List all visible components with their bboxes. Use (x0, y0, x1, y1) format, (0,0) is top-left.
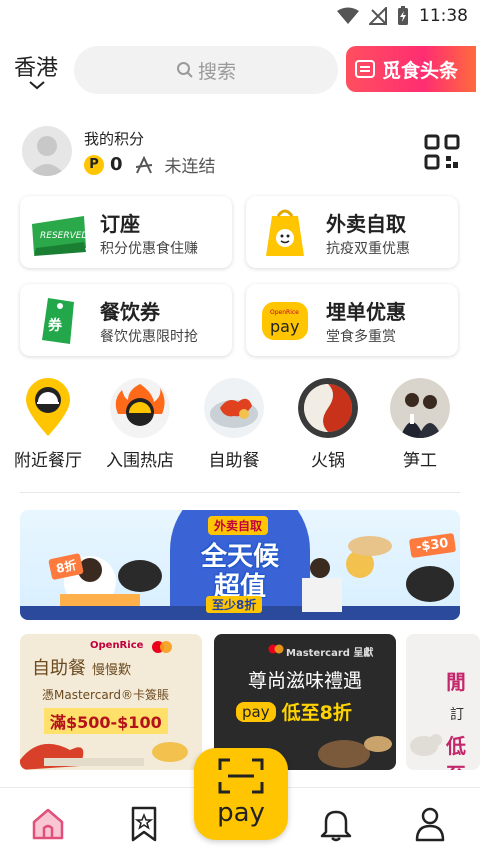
svg-text:券: 券 (48, 317, 63, 334)
nav-bookmark[interactable] (124, 804, 164, 844)
status-icons: 11:38 (337, 6, 468, 26)
promo-discount: 低至8折 (281, 702, 352, 724)
points-section: 我的积分 P 0 未连结 (0, 116, 480, 186)
promo-title-main: 自助餐 (32, 658, 86, 679)
promo-title-tail: 慢慢歎 (92, 663, 132, 678)
search-icon (176, 62, 193, 78)
card-title: 外卖自取 (326, 212, 406, 236)
feature-card-booking[interactable]: RESERVED 订座 积分优惠食住赚 (20, 196, 232, 268)
promo-card-buffet[interactable]: OpenRice 自助餐 慢慢歎 憑Mastercard®卡簽賬 滿$500-$1… (20, 634, 202, 770)
city-selector[interactable]: 香港 (14, 50, 58, 82)
promo-card-partial[interactable]: 閒 訂 低至 (406, 634, 480, 770)
qr-code-icon[interactable] (424, 134, 460, 170)
card-title: 餐饮券 (100, 300, 160, 324)
card-subtitle: 餐饮优惠限时抢 (100, 329, 198, 345)
hotpot-icon (298, 378, 358, 438)
battery-icon (398, 6, 408, 25)
feature-card-bill[interactable]: pay OpenRice 埋单优惠 堂食多重赏 (246, 284, 458, 356)
category-label: 附近餐厅 (14, 451, 82, 471)
bookmark-icon (131, 806, 157, 842)
card-subtitle: 堂食多重赏 (326, 329, 396, 345)
status-time: 11:38 (419, 6, 468, 26)
lobster-illustration (20, 742, 188, 770)
promo-title: 閒 (446, 670, 466, 694)
headline-label: 觅食头条 (382, 59, 459, 82)
card-subtitle: 积分优惠食住赚 (100, 241, 198, 257)
mastercard-presents: Mastercard 呈獻 (286, 648, 374, 659)
promo-pay-row: pay 低至8折 (236, 698, 352, 725)
mastercard-logo (152, 641, 172, 653)
search-placeholder: 搜索 (197, 60, 236, 83)
category-label: 自助餐 (208, 451, 260, 471)
takeaway-bag-icon (266, 209, 304, 256)
svg-text:pay: pay (270, 317, 299, 336)
profile-icon (415, 807, 445, 842)
home-icon (32, 808, 64, 840)
feature-card-voucher[interactable]: 券 餐饮券 餐饮优惠限时抢 (20, 284, 232, 356)
avatar[interactable] (22, 126, 72, 176)
promo-title: 自助餐 慢慢歎 (32, 654, 131, 680)
category-staff[interactable]: 笋工 (372, 378, 468, 478)
card-title: 埋单优惠 (326, 300, 406, 324)
svg-text:OpenRice: OpenRice (270, 309, 299, 316)
nav-notifications[interactable] (316, 804, 356, 844)
card-subtitle: 抗疫双重优惠 (326, 241, 410, 257)
banner-title-line3: 至少8折 (206, 596, 263, 613)
category-hotpot[interactable]: 火锅 (280, 378, 376, 478)
nav-home[interactable] (28, 804, 68, 844)
staff-photo-icon (390, 378, 450, 438)
promo-subtitle: 訂 (450, 707, 464, 723)
chevron-down-icon[interactable] (28, 80, 46, 90)
scan-icon (218, 758, 264, 794)
header: 香港 搜索 觅食头条 (0, 34, 480, 104)
category-hot[interactable]: 入围热店 (92, 378, 188, 478)
no-signal-icon (369, 7, 387, 25)
reserved-sign-icon: RESERVED (32, 216, 88, 256)
news-icon (355, 60, 375, 78)
buffet-lobster-icon (204, 378, 264, 438)
asia-miles-icon (135, 155, 152, 173)
promo-price: 低至 (446, 734, 466, 770)
bell-icon (320, 810, 352, 842)
headline-button[interactable]: 觅食头条 (346, 46, 476, 92)
points-value: 0 (110, 154, 123, 175)
link-status[interactable]: 未连结 (165, 152, 216, 177)
openrice-logo: OpenRice (90, 640, 144, 651)
mastercard-logo (268, 644, 284, 654)
points-row: P 0 未连结 (84, 152, 216, 177)
wifi-icon (337, 7, 359, 24)
nearby-pin-icon (26, 378, 70, 436)
card-title: 订座 (100, 212, 140, 236)
feature-card-takeaway[interactable]: 外卖自取 抗疫双重优惠 (246, 196, 458, 268)
pay-label: pay (217, 798, 265, 828)
nav-profile[interactable] (410, 804, 450, 844)
category-nearby[interactable]: 附近餐厅 (0, 378, 96, 478)
promo-title: 尊尚滋味禮遇 (247, 670, 362, 692)
category-label: 火锅 (311, 451, 345, 471)
coupon-tag-icon: 券 (42, 298, 74, 344)
avatar-placeholder-icon (28, 136, 66, 176)
promo-subtitle: 憑Mastercard®卡簽賬 (42, 688, 170, 702)
search-input[interactable]: 搜索 (74, 46, 338, 94)
status-bar: 11:38 (0, 0, 480, 34)
banner-tag: 外卖自取 (208, 516, 269, 535)
hot-bowl-icon (110, 378, 170, 438)
promo-banner[interactable]: 外卖自取 全天候 超值 至少8折 8折 -$30 (20, 510, 460, 620)
category-buffet[interactable]: 自助餐 (186, 378, 282, 478)
openrice-pay-icon: payOpenRice (262, 302, 308, 340)
points-icon: P (84, 154, 104, 175)
divider (20, 492, 460, 493)
svg-text:RESERVED: RESERVED (40, 231, 88, 241)
category-label: 入围热店 (106, 451, 174, 471)
bird-illustration (410, 734, 442, 756)
category-label: 笋工 (403, 451, 437, 471)
pay-button[interactable]: pay (194, 748, 288, 840)
openrice-pay-logo: pay (236, 701, 276, 722)
points-title: 我的积分 (84, 130, 145, 148)
